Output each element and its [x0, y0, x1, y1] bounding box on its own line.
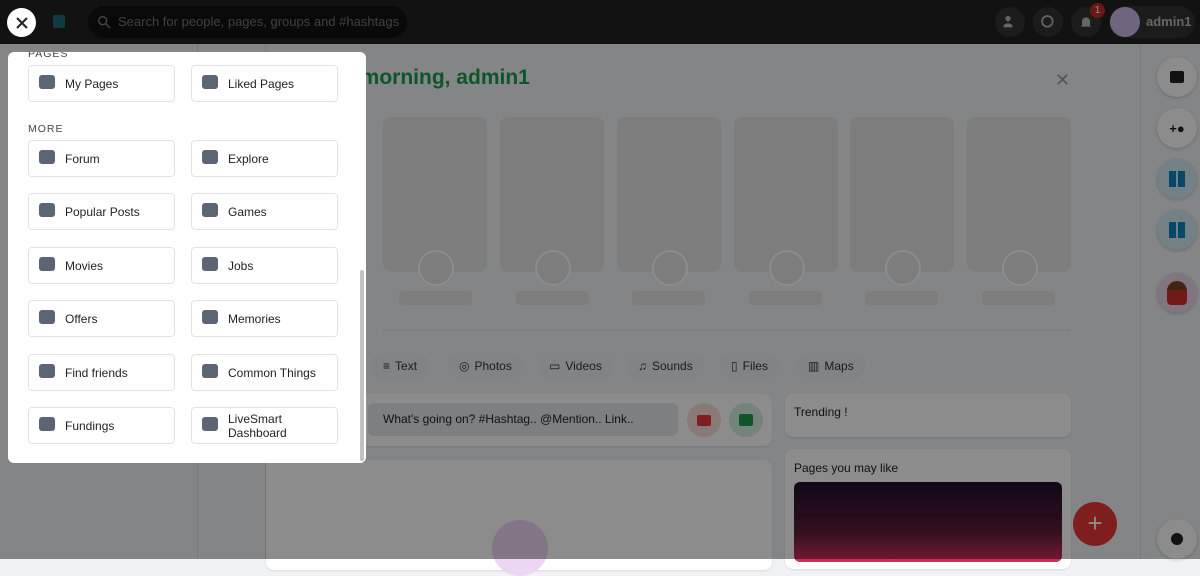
menu-item-forum[interactable]: Forum	[28, 140, 175, 177]
percent-icon	[37, 307, 57, 330]
scrollbar[interactable]	[360, 270, 364, 461]
menu-item-movies[interactable]: Movies	[28, 247, 175, 284]
menu-item-label: LiveSmart Dashboard	[228, 411, 287, 440]
menu-item-label: Forum	[65, 151, 100, 166]
menu-item-label: Memories	[228, 311, 281, 326]
menu-item-label: Explore	[228, 151, 269, 166]
menu-item-common-things[interactable]: Common Things	[191, 354, 338, 391]
main-menu: PAGES MORE My Pages Liked Pages Forum Explo…	[8, 52, 366, 463]
menu-item-memories[interactable]: Memories	[191, 300, 338, 337]
briefcase-icon	[200, 254, 220, 277]
menu-item-label: Popular Posts	[65, 204, 140, 219]
menu-item-find-friends[interactable]: Find friends	[28, 354, 175, 391]
more-heading: MORE	[28, 123, 64, 135]
film-reel-icon	[37, 254, 57, 277]
forum-icon	[37, 147, 57, 170]
menu-item-popular-posts[interactable]: Popular Posts	[28, 193, 175, 230]
menu-item-games[interactable]: Games	[191, 193, 338, 230]
hand-heart-icon	[37, 414, 57, 437]
thumbs-up-icon	[200, 72, 220, 95]
menu-item-explore[interactable]: Explore	[191, 140, 338, 177]
columns-icon	[200, 361, 220, 384]
menu-item-liked-pages[interactable]: Liked Pages	[191, 65, 338, 102]
flag-icon	[37, 72, 57, 95]
location-person-icon	[37, 361, 57, 384]
menu-item-label: Common Things	[228, 365, 316, 380]
menu-item-label: Liked Pages	[228, 76, 295, 91]
pages-heading: PAGES	[28, 52, 69, 60]
menu-item-label: Offers	[65, 311, 98, 326]
menu-item-livesmart-dashboard[interactable]: LiveSmart Dashboard	[191, 407, 338, 444]
menu-item-label: Jobs	[228, 258, 254, 273]
menu-item-my-pages[interactable]: My Pages	[28, 65, 175, 102]
close-menu-button[interactable]	[7, 8, 36, 37]
close-icon	[15, 16, 28, 29]
history-icon	[200, 307, 220, 330]
menu-item-fundings[interactable]: Fundings	[28, 407, 175, 444]
menu-item-label: Movies	[65, 258, 104, 273]
menu-item-label: Games	[228, 204, 267, 219]
compass-icon	[200, 147, 220, 170]
menu-item-label: Find friends	[65, 365, 128, 380]
gamepad-icon	[200, 200, 220, 223]
video-camera-icon	[200, 414, 220, 437]
grid-icon	[37, 200, 57, 223]
menu-item-offers[interactable]: Offers	[28, 300, 175, 337]
menu-item-label: My Pages	[65, 76, 119, 91]
menu-item-jobs[interactable]: Jobs	[191, 247, 338, 284]
menu-item-label: Fundings	[65, 418, 115, 433]
